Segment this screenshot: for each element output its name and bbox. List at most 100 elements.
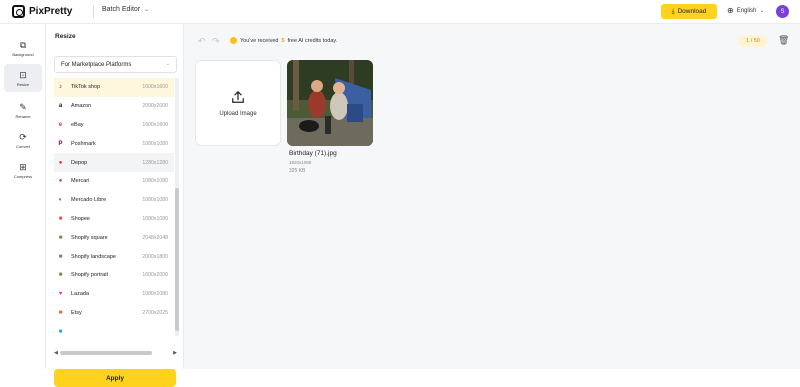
workspace: ↶ ↷ You've received 5 free AI credits to…	[184, 24, 800, 369]
download-label: Download	[677, 8, 707, 15]
redo-icon[interactable]: ↷	[212, 36, 220, 47]
resize-icon: ⊡	[19, 69, 27, 80]
chevron-down-icon: ⌄	[144, 7, 150, 13]
globe-icon: ⊕	[727, 6, 734, 15]
editor-mode-label: Batch Editor	[102, 6, 141, 13]
platform-logo-icon: ■	[58, 272, 63, 279]
platform-size: 2700x2025	[142, 309, 168, 316]
platform-name: Shopify landscape	[71, 253, 116, 260]
rail-item-rename[interactable]: ✎ Rename	[4, 96, 42, 124]
pixpretty-logo-icon	[12, 5, 25, 18]
upload-label: Upload Image	[219, 110, 257, 117]
upload-icon	[232, 90, 244, 103]
platform-name: eBay	[71, 121, 84, 128]
list-item[interactable]: ● Mercari 1080x1080	[54, 172, 174, 191]
rail-item-label: Compress	[13, 173, 33, 179]
trash-icon[interactable]: 🗑	[778, 35, 789, 46]
platform-size: 2000x2000	[142, 103, 168, 110]
platform-size: 2048x2048	[142, 234, 168, 241]
panel-title: Resize	[55, 33, 76, 40]
list-item[interactable]: ■ Shopee 1080x1080	[54, 210, 174, 229]
rename-icon: ✎	[19, 101, 27, 112]
platform-logo-icon: ■	[58, 234, 63, 241]
list-item[interactable]: ♪ TikTok shop 1600x1600	[54, 78, 174, 97]
platform-size: 1280x1280	[142, 159, 168, 166]
list-item[interactable]: ■ Shopify landscape 2000x1800	[54, 247, 174, 266]
platform-logo-icon: ■	[58, 253, 63, 260]
list-item[interactable]: P Poshmark 1080x1080	[54, 134, 174, 153]
coin-icon	[230, 37, 237, 44]
language-label: English	[736, 7, 757, 14]
platform-size: 1600x1600	[142, 84, 168, 91]
platform-name: Shopee	[71, 215, 90, 222]
platform-category-select[interactable]: For Marketplace Platforms ⌄	[54, 56, 177, 73]
background-icon: ⧉	[19, 39, 27, 50]
platform-name: Shopify portrait	[71, 272, 108, 279]
horizontal-scrollbar[interactable]: ◀ ▶	[54, 350, 177, 356]
file-name: Birthday (71).jpg	[289, 150, 337, 157]
platform-name: Poshmark	[71, 140, 96, 147]
list-item[interactable]: ● Depop 1280x1280	[54, 153, 174, 172]
compress-icon: ⊞	[19, 161, 27, 172]
rail-item-label: Rename	[15, 113, 31, 119]
platform-category-value: For Marketplace Platforms	[61, 61, 132, 68]
platform-size: 1080x1080	[142, 140, 168, 147]
platform-logo-icon: ■	[58, 309, 63, 316]
rail-item-background[interactable]: ⧉ Background	[4, 34, 42, 62]
upload-image-card[interactable]: Upload Image	[195, 60, 281, 146]
apply-button[interactable]: Apply	[54, 369, 176, 387]
list-item[interactable]: ■	[54, 322, 174, 341]
credit-count: 5	[281, 37, 285, 44]
platform-list: ♪ TikTok shop 1600x1600 a Amazon 2000x2000 e eB…	[54, 78, 174, 350]
platform-name: TikTok shop	[71, 84, 101, 91]
credit-text-pre: You've received	[240, 37, 279, 44]
top-bar: PixPretty Batch Editor ⌄ ⤓ Download ⊕ En…	[0, 0, 800, 24]
rail-item-compress[interactable]: ⊞ Compress	[4, 156, 42, 184]
credit-notice: You've received 5 free AI credits today.	[230, 37, 337, 44]
platform-name: Depop	[71, 159, 88, 166]
platform-logo-icon: ●	[58, 159, 63, 166]
resize-panel: Resize For Marketplace Platforms ⌄ ♪ TikT…	[46, 24, 184, 387]
undo-icon[interactable]: ↶	[198, 36, 206, 47]
list-item[interactable]: ■ Shopify square 2048x2048	[54, 228, 174, 247]
list-item[interactable]: ♥ Lazada 1080x1080	[54, 285, 174, 304]
language-dropdown[interactable]: ⊕ English ⌄	[727, 6, 764, 15]
logo[interactable]: PixPretty	[12, 5, 72, 18]
credit-text-post: free AI credits today.	[287, 37, 338, 44]
rail-item-resize[interactable]: ⊡ Resize	[4, 64, 42, 92]
convert-icon: ⟳	[19, 131, 27, 142]
list-item[interactable]: ■ Shopify portrait 1600x2000	[54, 266, 174, 285]
scroll-right-icon[interactable]: ▶	[173, 350, 177, 356]
image-thumbnail[interactable]	[287, 60, 373, 146]
vertical-scrollbar[interactable]	[175, 78, 179, 336]
chevron-down-icon: ⌄	[165, 61, 170, 67]
list-item[interactable]: a Amazon 2000x2000	[54, 97, 174, 116]
list-item[interactable]: ■ Etsy 2700x2025	[54, 304, 174, 323]
rail-item-label: Resize	[16, 81, 30, 87]
rail-item-label: Background	[12, 51, 34, 57]
download-icon: ⤓	[671, 7, 675, 15]
rail-item-convert[interactable]: ⟳ Convert	[4, 126, 42, 154]
image-count-badge: 1 / 50	[738, 35, 768, 47]
scrollbar-thumb[interactable]	[60, 351, 152, 355]
list-item[interactable]: e eBay 1600x1600	[54, 116, 174, 135]
scroll-left-icon[interactable]: ◀	[54, 350, 58, 356]
file-dimensions: 1920x1080	[289, 160, 312, 165]
app-name: PixPretty	[29, 6, 73, 17]
platform-name: Mercari	[71, 178, 90, 185]
platform-name: Amazon	[71, 103, 92, 110]
platform-size: 1080x1080	[142, 291, 168, 298]
download-button[interactable]: ⤓ Download	[661, 4, 717, 19]
avatar[interactable]: S	[776, 5, 789, 18]
list-item[interactable]: ◐ Mercado Libre 1080x1080	[54, 191, 174, 210]
scrollbar-thumb[interactable]	[175, 188, 179, 331]
divider	[93, 6, 94, 18]
file-size: 325 KB	[289, 168, 306, 174]
platform-logo-icon: a	[58, 103, 63, 110]
platform-logo-icon: e	[58, 121, 63, 128]
platform-logo-icon: P	[58, 140, 63, 147]
platform-logo-icon: ■	[58, 328, 63, 335]
platform-logo-icon: ◐	[58, 197, 63, 204]
editor-mode-dropdown[interactable]: Batch Editor ⌄	[102, 6, 149, 13]
platform-size: 1600x2000	[142, 272, 168, 279]
